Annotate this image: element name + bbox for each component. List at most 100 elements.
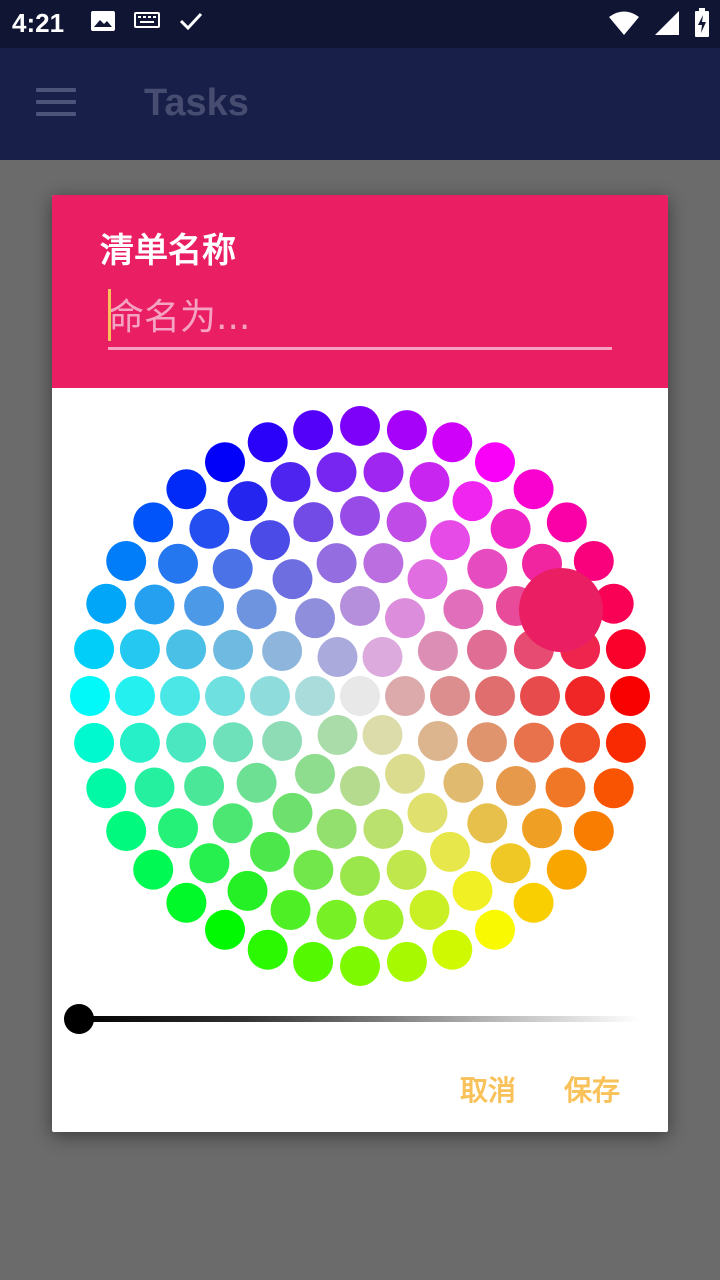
color-swatch[interactable]	[560, 722, 601, 763]
save-button[interactable]: 保存	[556, 1065, 628, 1113]
color-swatch[interactable]	[452, 481, 493, 522]
color-swatch[interactable]	[467, 803, 508, 844]
color-swatch[interactable]	[340, 856, 380, 896]
color-swatch[interactable]	[166, 629, 207, 670]
color-swatch[interactable]	[386, 941, 427, 982]
color-swatch[interactable]	[475, 676, 515, 716]
color-swatch[interactable]	[363, 899, 404, 940]
color-swatch[interactable]	[270, 462, 311, 502]
color-swatch[interactable]	[407, 559, 448, 600]
color-swatch[interactable]	[119, 722, 160, 763]
color-swatch[interactable]	[565, 676, 605, 716]
color-swatch[interactable]	[270, 890, 311, 930]
color-swatch[interactable]	[490, 843, 531, 884]
color-swatch[interactable]	[340, 676, 380, 716]
color-swatch[interactable]	[262, 631, 303, 671]
color-swatch[interactable]	[475, 442, 515, 483]
color-swatch[interactable]	[158, 808, 198, 849]
color-swatch[interactable]	[443, 762, 484, 803]
color-swatch[interactable]	[417, 631, 458, 671]
color-swatch[interactable]	[466, 629, 507, 670]
color-swatch[interactable]	[316, 452, 357, 493]
color-swatch[interactable]	[86, 768, 127, 809]
brightness-slider-thumb[interactable]	[64, 1004, 94, 1034]
color-swatch[interactable]	[490, 508, 531, 549]
color-swatch[interactable]	[166, 722, 207, 763]
color-swatch[interactable]	[106, 541, 147, 581]
color-swatch[interactable]	[545, 767, 586, 808]
color-swatch[interactable]	[513, 469, 554, 510]
color-swatch[interactable]	[166, 882, 207, 923]
color-swatch[interactable]	[295, 598, 335, 639]
color-swatch[interactable]	[250, 520, 290, 561]
color-swatch[interactable]	[205, 442, 245, 483]
color-swatch[interactable]	[250, 831, 290, 872]
color-swatch[interactable]	[363, 452, 404, 493]
color-swatch[interactable]	[443, 589, 484, 630]
color-swatch[interactable]	[430, 831, 470, 872]
color-swatch[interactable]	[133, 849, 174, 890]
color-swatch[interactable]	[227, 481, 268, 522]
color-swatch[interactable]	[340, 496, 380, 536]
color-swatch[interactable]	[293, 849, 334, 890]
color-swatch[interactable]	[385, 598, 425, 639]
color-swatch[interactable]	[272, 559, 313, 600]
color-swatch[interactable]	[236, 589, 277, 630]
color-swatch[interactable]	[189, 843, 230, 884]
color-swatch[interactable]	[212, 803, 253, 844]
color-swatch[interactable]	[385, 676, 425, 716]
color-swatch[interactable]	[513, 882, 554, 923]
color-swatch[interactable]	[86, 583, 127, 624]
color-swatch[interactable]	[362, 715, 403, 755]
color-swatch[interactable]	[495, 766, 536, 806]
color-swatch[interactable]	[522, 808, 562, 849]
color-swatch[interactable]	[317, 715, 358, 755]
color-swatch[interactable]	[70, 676, 110, 716]
color-swatch[interactable]	[272, 792, 313, 833]
color-swatch[interactable]	[74, 722, 115, 763]
color-swatch[interactable]	[316, 808, 357, 849]
color-swatch[interactable]	[409, 462, 450, 502]
color-swatch[interactable]	[386, 502, 427, 543]
color-swatch[interactable]	[133, 502, 174, 543]
color-swatch[interactable]	[362, 637, 403, 677]
color-swatch[interactable]	[293, 502, 334, 543]
color-swatch[interactable]	[213, 629, 254, 670]
color-swatch[interactable]	[593, 768, 634, 809]
color-wheel[interactable]	[52, 195, 668, 1132]
color-swatch[interactable]	[363, 543, 404, 584]
color-swatch[interactable]	[546, 849, 587, 890]
color-swatch[interactable]	[467, 548, 508, 589]
color-swatch[interactable]	[227, 870, 268, 911]
color-swatch[interactable]	[432, 929, 473, 970]
color-swatch[interactable]	[212, 548, 253, 589]
color-swatch[interactable]	[520, 676, 560, 716]
color-swatch[interactable]	[340, 406, 380, 446]
color-swatch[interactable]	[513, 722, 554, 763]
color-swatch[interactable]	[610, 676, 650, 716]
color-swatch[interactable]	[134, 584, 175, 625]
color-swatch[interactable]	[546, 502, 587, 543]
color-swatch[interactable]	[386, 849, 427, 890]
color-swatch[interactable]	[605, 629, 646, 670]
color-swatch[interactable]	[316, 899, 357, 940]
color-swatch[interactable]	[452, 870, 493, 911]
color-swatch[interactable]	[293, 410, 334, 451]
color-swatch[interactable]	[160, 676, 200, 716]
color-swatch[interactable]	[316, 543, 357, 584]
color-swatch[interactable]	[605, 722, 646, 763]
color-swatch[interactable]	[417, 721, 458, 761]
color-swatch[interactable]	[340, 586, 380, 626]
color-swatch[interactable]	[407, 792, 448, 833]
color-swatch[interactable]	[184, 766, 225, 806]
color-swatch[interactable]	[262, 721, 303, 761]
color-swatch[interactable]	[295, 753, 335, 794]
color-swatch[interactable]	[247, 929, 288, 970]
color-swatch[interactable]	[106, 811, 147, 851]
menu-icon[interactable]	[36, 88, 76, 118]
selected-color-indicator[interactable]	[519, 568, 603, 652]
color-swatch[interactable]	[205, 909, 245, 950]
color-swatch[interactable]	[340, 766, 380, 806]
color-swatch[interactable]	[184, 586, 225, 626]
color-swatch[interactable]	[363, 808, 404, 849]
